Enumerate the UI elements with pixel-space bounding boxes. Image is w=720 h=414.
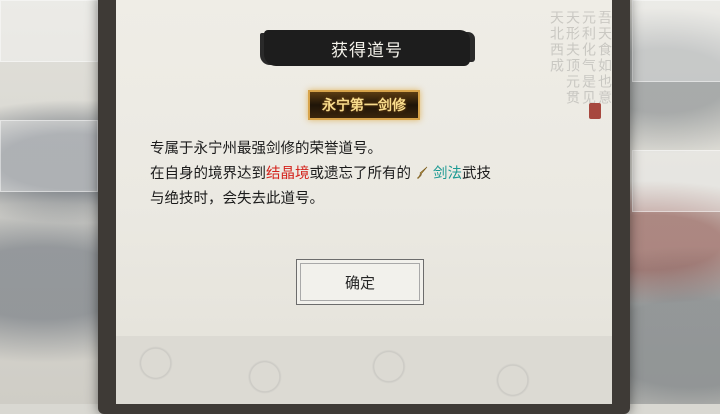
bg-tile	[632, 150, 720, 212]
dialog-cloud-pattern	[116, 336, 612, 404]
dialog-title-banner: 获得道号	[264, 30, 470, 66]
description-line-2: 在自身的境界达到结晶境或遗忘了所有的 剑法武技	[150, 162, 610, 187]
realm-name: 结晶境	[266, 166, 310, 182]
line2-text: 在自身的境界达到	[150, 166, 266, 182]
line2-text: 武技	[462, 166, 491, 182]
bg-tile	[0, 120, 98, 192]
description-line-3: 与绝技时，会失去此道号。	[150, 191, 324, 207]
title-badge-text: 永宁第一剑修	[322, 98, 406, 114]
red-seal-stamp	[589, 103, 601, 119]
bg-tile	[632, 0, 720, 82]
description-line-1: 专属于永宁州最强剑修的荣誉道号。	[150, 141, 382, 157]
bg-tile	[0, 0, 98, 62]
dialog-title: 获得道号	[331, 40, 403, 61]
skill-name: 剑法	[433, 166, 462, 182]
confirm-button[interactable]: 确定	[296, 259, 424, 305]
title-badge: 永宁第一剑修	[308, 90, 420, 120]
line2-text: 或遗忘了所有的	[309, 166, 412, 182]
description: 专属于永宁州最强剑修的荣誉道号。 在自身的境界达到结晶境或遗忘了所有的 剑法武技…	[150, 137, 610, 212]
sword-icon	[417, 166, 428, 179]
